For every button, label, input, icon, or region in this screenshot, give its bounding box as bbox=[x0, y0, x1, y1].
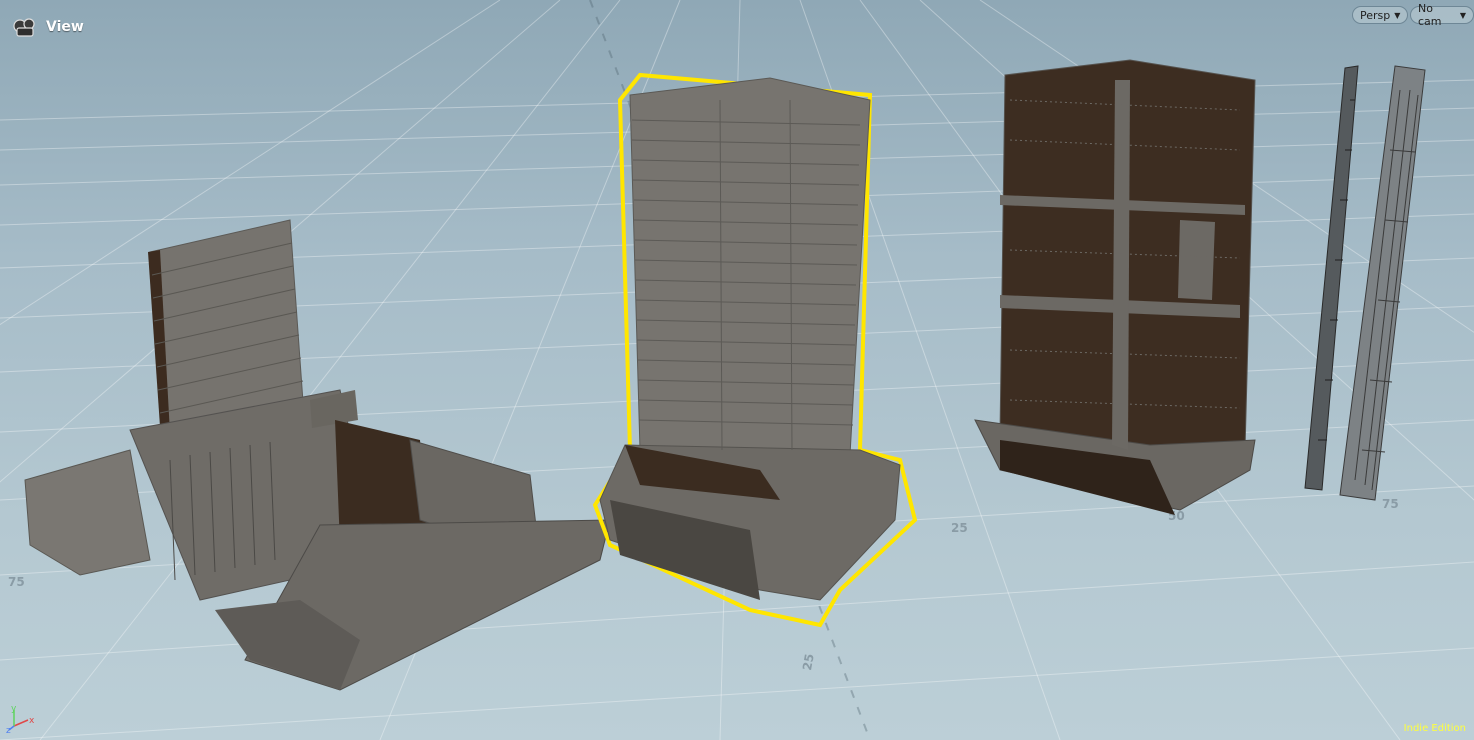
viewport-title: View bbox=[46, 19, 84, 35]
chevron-down-icon: ▼ bbox=[1459, 10, 1466, 20]
viewport-header: View bbox=[12, 14, 84, 40]
building-complex-left[interactable] bbox=[24, 219, 611, 691]
scene-canvas[interactable]: 25 25 50 75 75 bbox=[0, 0, 1474, 740]
axis-y-label: y bbox=[11, 704, 17, 714]
camera-select-button[interactable]: No cam ▼ bbox=[1410, 2, 1474, 28]
axis-x-label: x bbox=[29, 716, 35, 726]
camera-mode-label: Persp bbox=[1360, 8, 1391, 22]
axis-z-label: z bbox=[6, 726, 11, 734]
grid-label: 75 bbox=[8, 575, 25, 589]
grid-label: 25 bbox=[951, 521, 968, 535]
grid-label: 75 bbox=[1382, 497, 1399, 511]
building-tower-right[interactable] bbox=[974, 59, 1256, 515]
camera-mode-button[interactable]: Persp ▼ bbox=[1352, 6, 1409, 24]
edition-label: Indie Edition bbox=[1403, 723, 1466, 734]
axis-gizmo-icon: x y z bbox=[6, 704, 35, 734]
viewport-camera-icon[interactable] bbox=[12, 16, 38, 38]
scene-viewport[interactable]: 25 25 50 75 75 View Persp ▼ No cam ▼ x y… bbox=[0, 0, 1474, 740]
grid-label: 25 bbox=[800, 653, 817, 672]
chevron-down-icon: ▼ bbox=[1394, 10, 1401, 20]
camera-select-label: No cam bbox=[1418, 2, 1442, 28]
building-tower-center-selected[interactable] bbox=[592, 72, 918, 628]
